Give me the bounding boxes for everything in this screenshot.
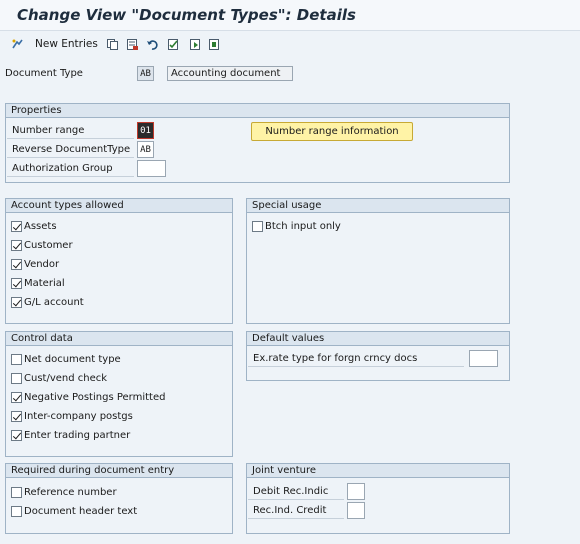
checkbox-reference-number-label: Reference number: [24, 487, 117, 498]
deselect-all-button[interactable]: [208, 35, 221, 53]
account-types-group-title: Account types allowed: [6, 199, 232, 213]
checkbox-customer-label: Customer: [24, 240, 73, 251]
checkbox-reference-number[interactable]: Reference number: [11, 485, 117, 500]
checkbox-material[interactable]: Material: [11, 276, 65, 291]
new-entries-label: New Entries: [35, 38, 98, 50]
checkbox-reference-number-box[interactable]: [11, 487, 22, 498]
document-type-value: AB: [137, 66, 154, 81]
undo-button[interactable]: [146, 35, 159, 53]
checkbox-customer-box[interactable]: [11, 240, 22, 251]
special-usage-group-title: Special usage: [247, 199, 509, 213]
select-all-button[interactable]: [167, 35, 180, 53]
ex-rate-type-field[interactable]: [469, 350, 498, 367]
debit-rec-indic-label: Debit Rec.Indic: [248, 484, 344, 500]
checkbox-vendor-label: Vendor: [24, 259, 60, 270]
checkbox-negative-postings[interactable]: Negative Postings Permitted: [11, 390, 165, 405]
checkbox-enter-trading-partner[interactable]: Enter trading partner: [11, 428, 130, 443]
application-toolbar: New Entries: [0, 31, 580, 56]
rec-ind-credit-field[interactable]: [347, 502, 365, 519]
checkbox-cust-vend-check-box[interactable]: [11, 373, 22, 384]
checkbox-batch-input-only-box[interactable]: [252, 221, 263, 232]
select-block-icon: [189, 38, 202, 51]
checkbox-assets[interactable]: Assets: [11, 219, 57, 234]
checkbox-negative-postings-box[interactable]: [11, 392, 22, 403]
authorization-group-field[interactable]: [137, 160, 166, 177]
checkbox-gl-account-box[interactable]: [11, 297, 22, 308]
checkbox-cust-vend-check[interactable]: Cust/vend check: [11, 371, 107, 386]
undo-icon: [146, 38, 159, 51]
select-block-button[interactable]: [189, 35, 202, 53]
title-bar: Change View "Document Types": Details: [0, 0, 580, 31]
copy-icon: [106, 38, 119, 51]
special-usage-group: Special usage: [246, 198, 510, 324]
checkbox-enter-trading-partner-box[interactable]: [11, 430, 22, 441]
checkbox-customer[interactable]: Customer: [11, 238, 73, 253]
new-entries-button[interactable]: New Entries: [11, 35, 98, 53]
control-data-group-title: Control data: [6, 332, 232, 346]
checkbox-negative-postings-label: Negative Postings Permitted: [24, 392, 166, 403]
checkbox-batch-input-only-label: Btch input only: [265, 221, 341, 232]
authorization-group-label: Authorization Group: [7, 161, 134, 177]
checkbox-document-header-text-label: Document header text: [24, 506, 138, 517]
checkbox-material-label: Material: [24, 278, 65, 289]
checkbox-vendor[interactable]: Vendor: [11, 257, 59, 272]
required-entry-group-title: Required during document entry: [6, 464, 232, 478]
ex-rate-type-label: Ex.rate type for forgn crncy docs: [248, 351, 464, 367]
checkbox-net-document-type[interactable]: Net document type: [11, 352, 121, 367]
number-range-field[interactable]: 01: [137, 122, 154, 139]
deselect-all-icon: [208, 38, 221, 51]
rec-ind-credit-label: Rec.Ind. Credit: [248, 503, 344, 519]
checkbox-gl-account[interactable]: G/L account: [11, 295, 84, 310]
delete-icon: [126, 38, 139, 51]
checkbox-batch-input-only[interactable]: Btch input only: [252, 219, 341, 234]
reverse-document-type-field[interactable]: AB: [137, 141, 154, 158]
checkbox-enter-trading-partner-label: Enter trading partner: [24, 430, 131, 441]
number-range-information-button[interactable]: Number range information: [251, 122, 413, 141]
number-range-label: Number range: [7, 123, 134, 139]
select-all-icon: [167, 38, 180, 51]
reverse-document-type-label: Reverse DocumentType: [7, 142, 134, 158]
checkbox-net-document-type-label: Net document type: [24, 354, 121, 365]
checkbox-inter-company-postings[interactable]: Inter-company postgs: [11, 409, 133, 424]
checkbox-document-header-text[interactable]: Document header text: [11, 504, 137, 519]
properties-group-title: Properties: [6, 104, 509, 118]
document-type-description: Accounting document: [167, 66, 293, 81]
document-type-label: Document Type: [5, 68, 83, 79]
checkbox-assets-box[interactable]: [11, 221, 22, 232]
checkbox-assets-label: Assets: [24, 221, 57, 232]
checkbox-cust-vend-check-label: Cust/vend check: [24, 373, 108, 384]
checkbox-document-header-text-box[interactable]: [11, 506, 22, 517]
delete-button[interactable]: [126, 35, 139, 53]
copy-as-button[interactable]: [106, 35, 119, 53]
joint-venture-group-title: Joint venture: [247, 464, 509, 478]
checkbox-inter-company-postings-box[interactable]: [11, 411, 22, 422]
page-title: Change View "Document Types": Details: [17, 6, 356, 24]
new-entries-icon: [11, 38, 24, 51]
checkbox-gl-account-label: G/L account: [24, 297, 84, 308]
checkbox-vendor-box[interactable]: [11, 259, 22, 270]
checkbox-inter-company-postings-label: Inter-company postgs: [24, 411, 133, 422]
default-values-group-title: Default values: [247, 332, 509, 346]
checkbox-material-box[interactable]: [11, 278, 22, 289]
checkbox-net-document-type-box[interactable]: [11, 354, 22, 365]
debit-rec-indic-field[interactable]: [347, 483, 365, 500]
